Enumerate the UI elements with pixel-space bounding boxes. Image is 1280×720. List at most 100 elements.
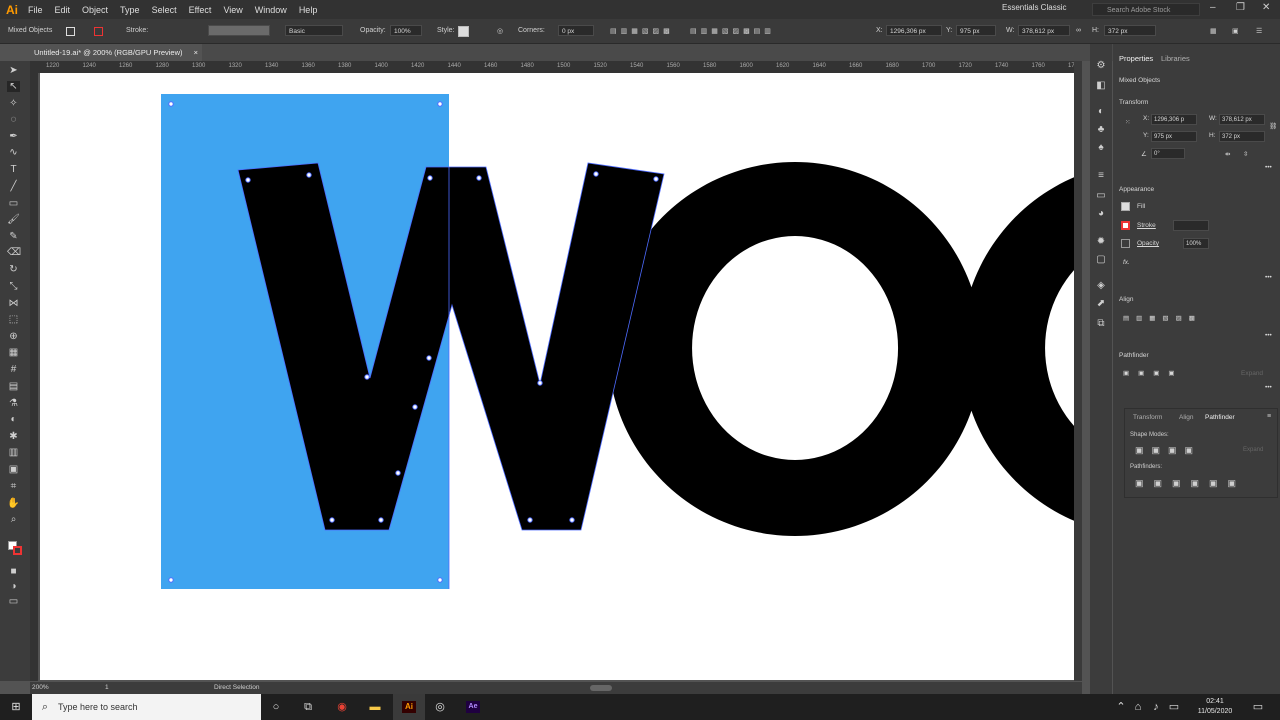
graphic-styles-icon[interactable]: ▢ <box>1095 254 1107 266</box>
lasso-icon[interactable]: ◌ <box>7 114 20 125</box>
menu-file[interactable]: File <box>28 5 43 15</box>
transform-icon[interactable]: ▦ <box>1210 27 1217 35</box>
effects-fx-button[interactable]: fx. <box>1123 259 1130 266</box>
letter-o-shape-1[interactable] <box>607 162 982 536</box>
gradient-panel-icon[interactable]: ▭ <box>1095 190 1107 202</box>
y-field[interactable]: 975 px <box>956 25 996 36</box>
cortana-icon[interactable]: ○ <box>270 701 282 713</box>
rotate-tool-icon[interactable]: ↻ <box>7 264 20 275</box>
minimize-icon[interactable]: – <box>1210 2 1216 13</box>
free-transform-icon[interactable]: ⬚ <box>7 314 20 325</box>
appearance-opacity-field[interactable]: 100% <box>1183 238 1209 249</box>
direct-selection-tool-icon[interactable]: ↖ <box>7 81 20 92</box>
width-tool-icon[interactable]: ⋈ <box>7 298 20 309</box>
link-proportions-icon[interactable]: ∞ <box>1076 27 1081 34</box>
network-icon[interactable]: ⌂ <box>1132 701 1144 713</box>
stock-search-input[interactable]: Search Adobe Stock <box>1092 3 1200 16</box>
float-panel-menu-icon[interactable]: ≡ <box>1267 413 1271 420</box>
properties-panel-icon[interactable]: ⚙ <box>1095 60 1107 72</box>
menu-select[interactable]: Select <box>152 5 177 15</box>
control-menu-icon[interactable]: ☰ <box>1256 27 1262 35</box>
vertical-ruler[interactable] <box>30 61 38 681</box>
align-buttons-icon[interactable]: ▤▥▦▧▨▩ <box>610 27 674 35</box>
menu-object[interactable]: Object <box>82 5 108 15</box>
appearance-stroke-swatch[interactable] <box>1121 221 1130 230</box>
float-tab-transform[interactable]: Transform <box>1133 414 1162 421</box>
magic-wand-icon[interactable]: ✧ <box>7 98 20 109</box>
pencil-icon[interactable]: ✎ <box>7 231 20 242</box>
color-panel-icon[interactable]: ◐ <box>1095 106 1107 118</box>
artwork-svg[interactable] <box>40 73 1074 680</box>
libraries-panel-icon[interactable]: ◧ <box>1095 80 1107 92</box>
selection-tool-icon[interactable]: ➤ <box>7 65 20 76</box>
task-view-icon[interactable]: ⧉ <box>302 701 314 713</box>
illustrator-taskbar-button[interactable]: Ai <box>393 694 425 720</box>
appearance-more-icon[interactable]: ••• <box>1265 274 1272 281</box>
paintbrush-icon[interactable]: 🖌 <box>7 214 20 225</box>
pathfinder-expand-button[interactable]: Expand <box>1241 370 1263 377</box>
w-field[interactable]: 378,612 px <box>1018 25 1070 36</box>
graphic-style-swatch[interactable] <box>458 26 469 37</box>
scale-tool-icon[interactable]: ⤡ <box>7 281 20 292</box>
prop-h-field[interactable]: 372 px <box>1219 131 1265 142</box>
menu-view[interactable]: View <box>223 5 242 15</box>
symbols-panel-icon[interactable]: ♠ <box>1095 142 1107 154</box>
align-more-icon[interactable]: ••• <box>1265 332 1272 339</box>
float-tab-pathfinder[interactable]: Pathfinder <box>1205 414 1235 421</box>
file-explorer-icon[interactable]: ▬ <box>369 701 381 713</box>
isolate-icon[interactable]: ▣ <box>1232 27 1239 35</box>
brushes-panel-icon[interactable]: ♣ <box>1095 124 1107 136</box>
blend-tool-icon[interactable]: ◐ <box>7 414 20 425</box>
horizontal-scrollbar-thumb[interactable] <box>590 685 612 691</box>
pathfinders-buttons[interactable]: ▣▣▣▣▣▣ <box>1135 478 1246 489</box>
appearance-fill-swatch[interactable] <box>1121 202 1130 211</box>
prop-w-field[interactable]: 378,612 px <box>1219 114 1265 125</box>
symbol-sprayer-icon[interactable]: ✱ <box>7 431 20 442</box>
transform-more-icon[interactable]: ••• <box>1265 164 1272 171</box>
draw-mode-icon[interactable]: ◑ <box>7 581 20 592</box>
layers-panel-icon[interactable]: ◈ <box>1095 280 1107 292</box>
gradient-tool-icon[interactable]: ▤ <box>7 381 20 392</box>
appearance-panel-icon[interactable]: ✹ <box>1095 236 1107 248</box>
shape-builder-icon[interactable]: ⊕ <box>7 331 20 342</box>
perspective-grid-icon[interactable]: ▦ <box>7 347 20 358</box>
chrome-icon[interactable]: ◉ <box>336 701 348 713</box>
camera-app-icon[interactable]: ◎ <box>434 701 446 713</box>
artboard[interactable] <box>40 73 1074 680</box>
distribute-buttons-icon[interactable]: ▤▥▦▧▨▩▤▥ <box>690 27 775 35</box>
letter-o-shape-2[interactable] <box>960 162 1074 536</box>
color-mode-icon[interactable]: ■ <box>7 566 20 577</box>
appearance-fill-label[interactable]: Fill <box>1137 203 1145 210</box>
stroke-swatch[interactable] <box>94 27 103 36</box>
tab-libraries[interactable]: Libraries <box>1161 54 1190 63</box>
tab-properties[interactable]: Properties <box>1119 54 1153 63</box>
language-icon[interactable]: ▭ <box>1168 701 1180 713</box>
pathfinder-more-icon[interactable]: ••• <box>1265 384 1272 391</box>
close-window-icon[interactable]: ✕ <box>1262 2 1270 13</box>
links-panel-icon[interactable]: ⧉ <box>1095 318 1107 330</box>
zoom-level-select[interactable]: 200% <box>32 684 49 691</box>
h-field[interactable]: 372 px <box>1104 25 1156 36</box>
screen-mode-icon[interactable]: ▭ <box>7 596 20 607</box>
flip-horizontal-icon[interactable]: ⇹ <box>1225 150 1230 158</box>
float-expand-button[interactable]: Expand <box>1243 447 1263 453</box>
align-buttons-icon-row[interactable]: ▤▥▦▧▨▩ <box>1123 314 1202 322</box>
menu-edit[interactable]: Edit <box>55 5 71 15</box>
menu-type[interactable]: Type <box>120 5 140 15</box>
taskbar-clock[interactable]: 02:41 11/05/2020 <box>1192 697 1238 717</box>
stroke-color-swatch[interactable] <box>13 546 22 555</box>
vertical-scrollbar[interactable] <box>1074 61 1082 681</box>
stroke-panel-icon[interactable]: ≡ <box>1095 170 1107 182</box>
artboards-panel-icon[interactable]: ⬈ <box>1095 298 1107 310</box>
menu-effect[interactable]: Effect <box>189 5 212 15</box>
line-tool-icon[interactable]: ╱ <box>7 181 20 192</box>
document-tab[interactable]: Untitled-19.ai* @ 200% (RGB/GPU Preview)… <box>30 44 202 61</box>
rectangle-tool-icon[interactable]: ▭ <box>7 198 20 209</box>
restore-icon[interactable]: ❐ <box>1236 2 1245 13</box>
fill-swatch[interactable] <box>66 27 75 36</box>
recolor-icon[interactable]: ◎ <box>497 27 503 35</box>
tray-chevron-icon[interactable]: ⌃ <box>1115 701 1127 713</box>
appearance-opacity-label[interactable]: Opacity <box>1137 240 1159 247</box>
prop-x-field[interactable]: 1296,306 p <box>1151 114 1197 125</box>
menu-window[interactable]: Window <box>255 5 287 15</box>
